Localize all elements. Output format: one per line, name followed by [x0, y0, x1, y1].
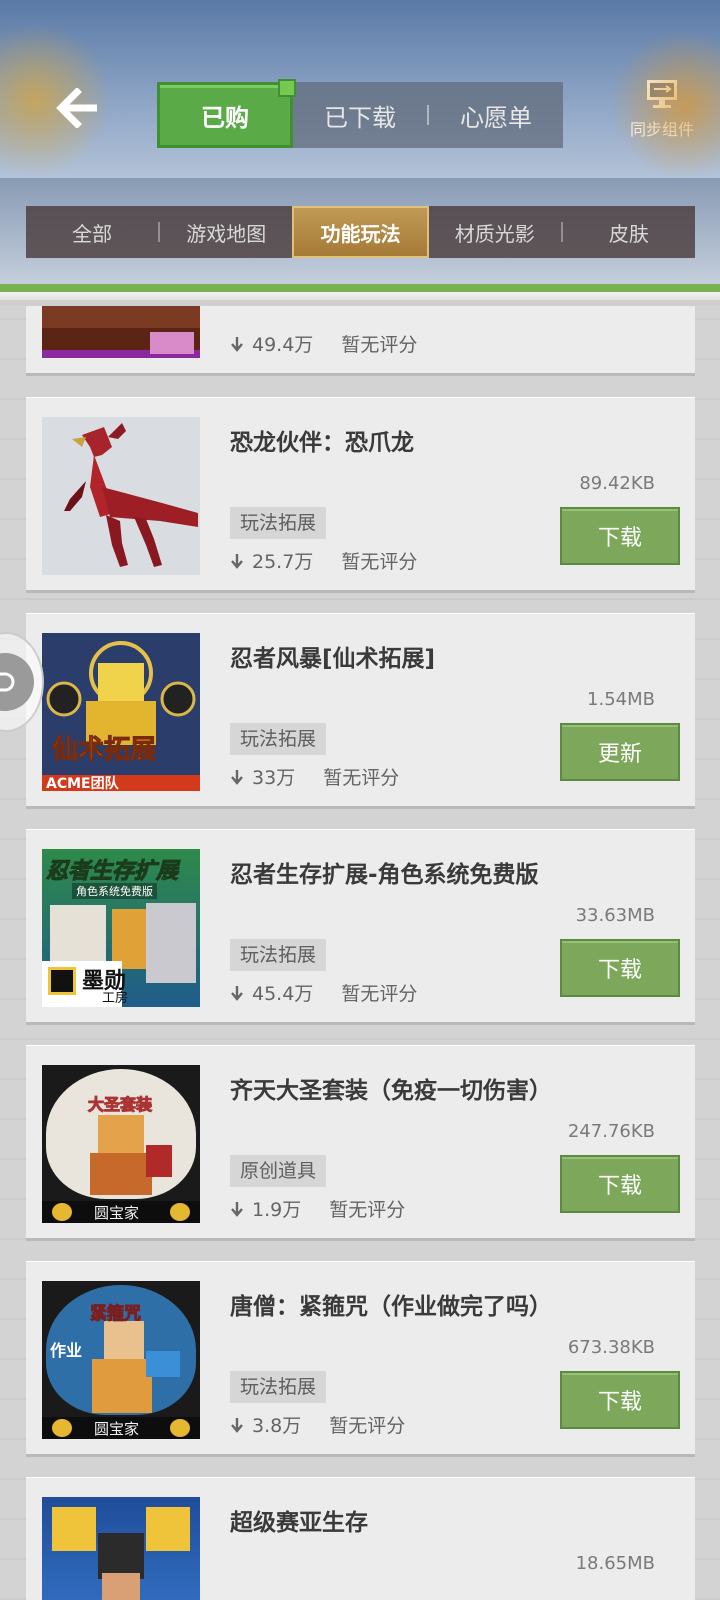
item-rating: 暂无评分 — [341, 551, 418, 573]
tab-purchased[interactable]: 已购 — [157, 79, 296, 148]
item-stats: 3.8万 暂无评分 — [230, 1411, 405, 1438]
floating-assistant-icon — [0, 653, 34, 711]
download-arrow-icon — [231, 336, 243, 352]
item-thumbnail: 大圣套装 圆宝家 — [42, 1065, 200, 1223]
item-tag: 玩法拓展 — [230, 507, 327, 539]
download-button[interactable]: 下载 — [560, 507, 680, 565]
list-item[interactable]: 紧箍咒 作业 圆宝家 唐僧：紧箍咒（作业做完了吗） 673.38KB 玩法拓展 … — [26, 1261, 695, 1457]
download-count: 1.9万 — [252, 1199, 302, 1221]
download-button[interactable]: 下载 — [560, 1155, 680, 1213]
thumbnail-caption: 大圣套装 — [87, 1095, 153, 1115]
item-rating: 暂无评分 — [329, 1199, 406, 1221]
item-rating: 暂无评分 — [323, 767, 400, 789]
item-thumbnail: 紧箍咒 作业 圆宝家 — [42, 1281, 200, 1439]
update-button[interactable]: 更新 — [560, 723, 680, 781]
list-item[interactable]: 49.4万 暂无评分 — [26, 306, 695, 376]
download-count: 3.8万 — [252, 1415, 302, 1437]
item-size: 1.54MB — [587, 689, 655, 710]
item-tag: 原创道具 — [230, 1155, 327, 1187]
item-title: 唐僧：紧箍咒（作业做完了吗） — [230, 1294, 552, 1320]
item-size: 33.63MB — [575, 905, 655, 926]
download-count: 25.7万 — [252, 551, 314, 573]
ninja-storm-thumbnail — [42, 641, 200, 791]
list-item[interactable]: 超级赛亚生存 18.65MB — [26, 1477, 695, 1600]
item-tag: 玩法拓展 — [230, 939, 327, 971]
sync-component-button[interactable]: 同步组件 — [622, 78, 702, 140]
item-thumbnail — [42, 306, 200, 358]
item-list[interactable]: 49.4万 暂无评分 恐龙伙伴：恐爪龙 89.42KB 玩法拓展 25.7万 暂… — [0, 306, 720, 1600]
item-thumbnail — [42, 417, 200, 575]
item-thumbnail — [42, 1497, 200, 1600]
item-stats: 49.4万 暂无评分 — [230, 330, 417, 357]
item-size: 89.42KB — [579, 473, 655, 494]
item-rating: 暂无评分 — [341, 334, 418, 356]
main-tabs: 已购 已下载 心愿单 — [157, 79, 563, 148]
download-arrow-icon — [231, 1201, 243, 1217]
thumbnail-caption: 仙术拓展 — [51, 735, 157, 766]
download-button[interactable]: 下载 — [560, 939, 680, 997]
thumbnail-brand-sub: 工房 — [102, 991, 129, 1006]
thumbnail-brand: 圆宝家 — [94, 1420, 140, 1438]
download-count: 33万 — [252, 767, 296, 789]
list-item[interactable]: 忍者生存扩展 角色系统免费版 墨勋 工房 忍者生存扩展-角色系统免费版 33.6… — [26, 829, 695, 1025]
header-divider — [0, 292, 720, 300]
item-stats: 1.9万 暂无评分 — [230, 1195, 405, 1222]
thumbnail-caption: 忍者生存扩展 — [45, 859, 179, 885]
item-rating: 暂无评分 — [329, 1415, 406, 1437]
thumbnail-subcaption: 角色系统免费版 — [72, 883, 157, 899]
download-arrow-icon — [231, 769, 243, 785]
item-stats: 25.7万 暂无评分 — [230, 547, 417, 574]
back-button[interactable] — [52, 85, 104, 131]
download-arrow-icon — [231, 1417, 243, 1433]
list-item[interactable]: 仙术拓展 ACME团队 忍者风暴[仙术拓展] 1.54MB 玩法拓展 33万 暂… — [26, 613, 695, 809]
category-game-maps[interactable]: 游戏地图 — [160, 206, 292, 258]
download-button[interactable]: 下载 — [560, 1371, 680, 1429]
item-size: 673.38KB — [567, 1337, 655, 1358]
item-title: 恐龙伙伴：恐爪龙 — [230, 430, 414, 456]
thumbnail-team: ACME团队 — [46, 776, 119, 791]
item-tag: 玩法拓展 — [230, 1371, 327, 1403]
item-size: 247.76KB — [567, 1121, 655, 1142]
item-stats: 45.4万 暂无评分 — [230, 979, 417, 1006]
tab-wishlist[interactable]: 心愿单 — [429, 82, 563, 148]
item-stats: 33万 暂无评分 — [230, 763, 399, 790]
item-size: 18.65MB — [575, 1553, 655, 1574]
list-item[interactable]: 大圣套装 圆宝家 齐天大圣套装（免疫一切伤害） 247.76KB 原创道具 1.… — [26, 1045, 695, 1241]
download-count: 45.4万 — [252, 983, 314, 1005]
item-thumbnail: 忍者生存扩展 角色系统免费版 墨勋 工房 — [42, 849, 200, 1007]
category-tabs: 全部 游戏地图 功能玩法 材质光影 皮肤 — [26, 206, 695, 258]
header-bar: 已购 已下载 心愿单 同步组件 全部 游戏地图 功能玩法 材质光影 皮肤 — [0, 0, 720, 300]
header-accent-line — [0, 284, 720, 292]
raptor-thumbnail-icon — [64, 423, 198, 567]
thumbnail-subcaption: 作业 — [50, 1341, 83, 1360]
category-texture-shader[interactable]: 材质光影 — [429, 206, 561, 258]
sync-component-label: 同步组件 — [629, 120, 694, 139]
item-rating: 暂无评分 — [341, 983, 418, 1005]
download-count: 49.4万 — [252, 334, 314, 356]
item-title: 忍者生存扩展-角色系统免费版 — [230, 862, 539, 888]
list-item[interactable]: 恐龙伙伴：恐爪龙 89.42KB 玩法拓展 25.7万 暂无评分 下载 — [26, 397, 695, 593]
item-title: 忍者风暴[仙术拓展] — [230, 646, 436, 672]
download-arrow-icon — [231, 553, 243, 569]
arrow-left-icon — [56, 88, 97, 128]
thumbnail-caption: 紧箍咒 — [90, 1304, 142, 1325]
category-function-play[interactable]: 功能玩法 — [292, 206, 429, 258]
category-skins[interactable]: 皮肤 — [563, 206, 695, 258]
sync-component-icon — [647, 80, 677, 108]
category-all[interactable]: 全部 — [26, 206, 158, 258]
tab-downloaded[interactable]: 已下载 — [293, 82, 427, 148]
item-title: 超级赛亚生存 — [230, 1510, 368, 1536]
item-title: 齐天大圣套装（免疫一切伤害） — [230, 1078, 552, 1104]
item-thumbnail: 仙术拓展 ACME团队 — [42, 633, 200, 791]
download-arrow-icon — [231, 985, 243, 1001]
thumbnail-brand: 圆宝家 — [94, 1204, 140, 1222]
item-tag: 玩法拓展 — [230, 723, 327, 755]
